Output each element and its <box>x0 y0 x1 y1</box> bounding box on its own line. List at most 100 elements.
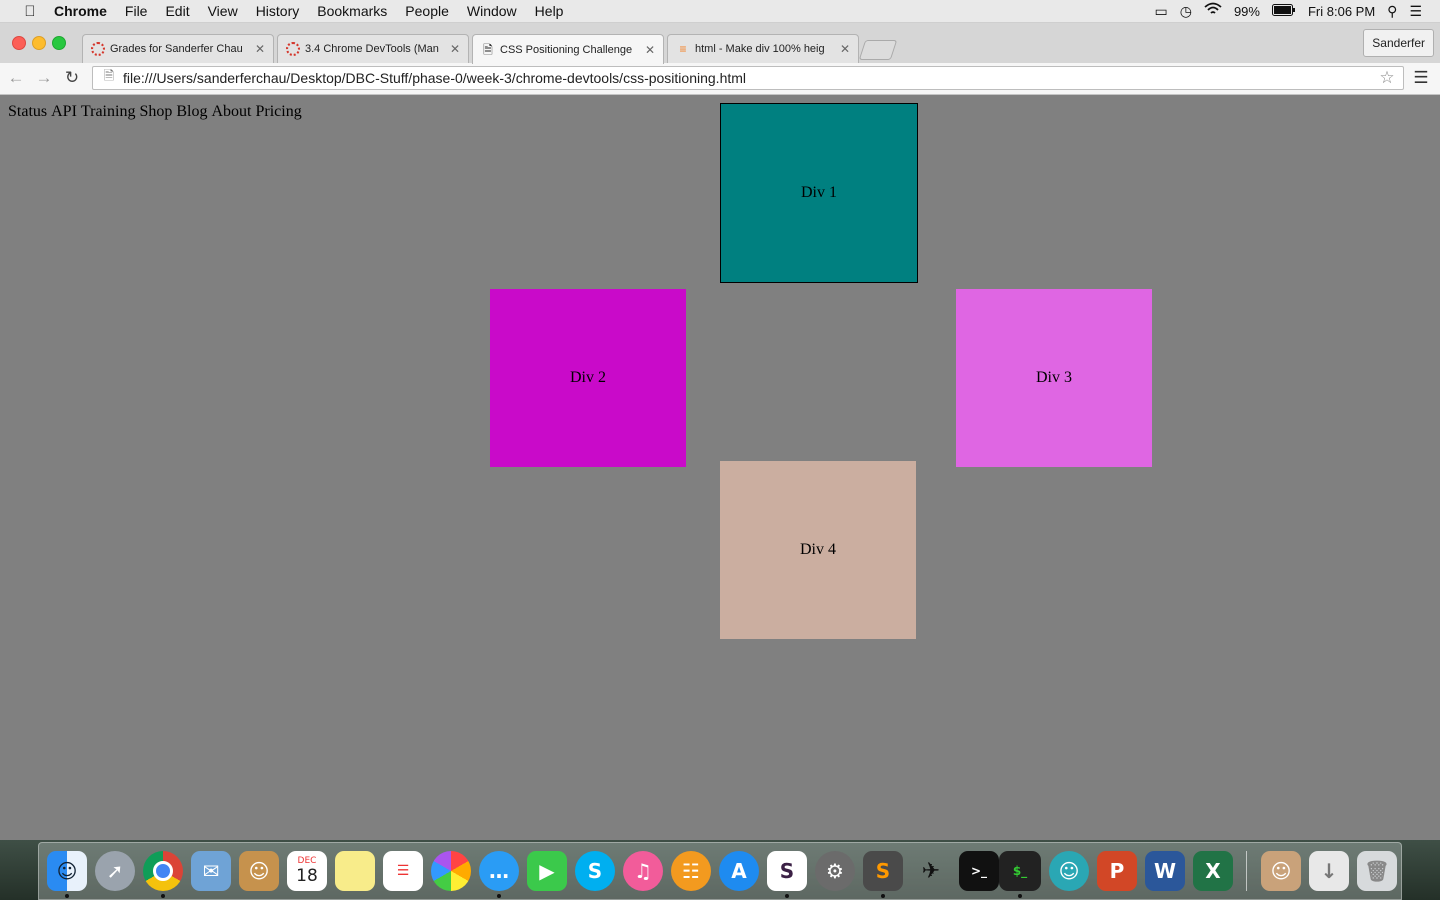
dock: ☺ ➚ ✉ ☺ DEC 18 ☰ … ▶ S ♫ ☷ A S ⚙ S ✈ >_ … <box>38 842 1402 900</box>
notification-center-icon[interactable]: ☰ <box>1409 0 1422 22</box>
div-3-label: Div 3 <box>1036 369 1072 386</box>
terminal-dark-icon[interactable]: $_ <box>999 851 1041 891</box>
itunes-icon[interactable]: ♫ <box>623 851 663 891</box>
ibooks-icon[interactable]: ☷ <box>671 851 711 891</box>
mail-icon[interactable]: ✉ <box>191 851 231 891</box>
div-4-box: Div 4 <box>720 461 916 639</box>
nav-link-blog[interactable]: Blog <box>176 103 207 120</box>
div-1-box: Div 1 <box>720 103 918 283</box>
menu-bar:  Chrome File Edit View History Bookmark… <box>0 0 1440 23</box>
menu-file[interactable]: File <box>125 0 148 22</box>
battery-icon[interactable] <box>1271 0 1296 22</box>
minimize-window-button[interactable] <box>32 36 46 50</box>
close-tab-icon[interactable]: ✕ <box>645 43 655 57</box>
nav-link-about[interactable]: About <box>211 103 251 120</box>
tab-title: 3.4 Chrome DevTools (Man <box>305 43 439 55</box>
calendar-day: 18 <box>296 866 318 886</box>
running-indicator <box>65 894 69 898</box>
chrome-icon[interactable] <box>143 851 183 891</box>
system-preferences-icon[interactable]: ⚙ <box>815 851 855 891</box>
gitkraken-icon[interactable]: ✈ <box>911 851 951 891</box>
url-text[interactable]: file:///Users/sanderferchau/Desktop/DBC-… <box>123 70 1377 86</box>
nav-link-pricing[interactable]: Pricing <box>255 103 301 120</box>
clock[interactable]: Fri 8:06 PM <box>1308 4 1375 19</box>
browser-toolbar: ← → ↻ 🗎 file:///Users/sanderferchau/Desk… <box>0 63 1440 95</box>
notes-icon[interactable] <box>335 851 375 891</box>
address-bar[interactable]: 🗎 file:///Users/sanderferchau/Desktop/DB… <box>92 66 1404 90</box>
sublime-text-icon[interactable]: S <box>863 851 903 891</box>
ring-icon <box>286 42 300 56</box>
reminders-icon[interactable]: ☰ <box>383 851 423 891</box>
downloads-icon[interactable]: ↓ <box>1309 851 1349 891</box>
close-tab-icon[interactable]: ✕ <box>840 42 850 56</box>
dock-separator <box>1246 851 1247 891</box>
ring-icon <box>91 42 105 56</box>
new-tab-button[interactable] <box>858 40 898 60</box>
profile-button[interactable]: Sanderfer <box>1363 29 1434 57</box>
excel-icon[interactable]: X <box>1193 851 1233 891</box>
menu-history[interactable]: History <box>256 0 300 22</box>
skype-icon[interactable]: S <box>575 851 615 891</box>
div-4-label: Div 4 <box>800 541 836 558</box>
tab-devtools[interactable]: 3.4 Chrome DevTools (Man ✕ <box>277 34 469 63</box>
bookmark-star-icon[interactable]: ☆ <box>1377 68 1397 88</box>
menu-window[interactable]: Window <box>467 0 517 22</box>
running-indicator <box>1018 894 1022 898</box>
menu-bookmarks[interactable]: Bookmarks <box>317 0 387 22</box>
div-3-box: Div 3 <box>956 289 1152 467</box>
running-indicator <box>881 894 885 898</box>
menu-people[interactable]: People <box>405 0 449 22</box>
tab-grades[interactable]: Grades for Sanderfer Chau ✕ <box>82 34 274 63</box>
reload-icon[interactable]: ↻ <box>62 68 82 88</box>
close-window-button[interactable] <box>12 36 26 50</box>
spotlight-icon[interactable]: ⚲ <box>1387 0 1397 22</box>
user-photo-icon[interactable]: ☺ <box>1261 851 1301 891</box>
hipchat-icon[interactable]: ☺ <box>1049 851 1089 891</box>
nav-link-status[interactable]: Status <box>8 103 47 120</box>
menu-edit[interactable]: Edit <box>165 0 189 22</box>
nav-link-shop[interactable]: Shop <box>139 103 172 120</box>
time-machine-icon[interactable]: ◷ <box>1180 0 1192 22</box>
finder-icon[interactable]: ☺ <box>47 851 87 891</box>
tab-css-positioning[interactable]: 🗎 CSS Positioning Challenge ✕ <box>472 34 664 64</box>
running-indicator <box>785 894 789 898</box>
running-indicator <box>161 894 165 898</box>
tab-stackoverflow[interactable]: ≡ html - Make div 100% heig ✕ <box>667 34 859 63</box>
powerpoint-icon[interactable]: P <box>1097 851 1137 891</box>
word-icon[interactable]: W <box>1145 851 1185 891</box>
menu-view[interactable]: View <box>208 0 238 22</box>
wifi-icon[interactable] <box>1204 0 1222 22</box>
slack-icon[interactable]: S <box>767 851 807 891</box>
back-arrow-icon[interactable]: ← <box>6 68 26 88</box>
tab-title: html - Make div 100% heig <box>695 43 825 55</box>
running-indicator <box>497 894 501 898</box>
appstore-icon[interactable]: A <box>719 851 759 891</box>
messages-icon[interactable]: … <box>479 851 519 891</box>
tab-title: Grades for Sanderfer Chau <box>110 43 243 55</box>
photos-icon[interactable] <box>431 851 471 891</box>
browser-window: Grades for Sanderfer Chau ✕ 3.4 Chrome D… <box>0 23 1440 840</box>
nav-link-api[interactable]: API <box>51 103 77 120</box>
close-tab-icon[interactable]: ✕ <box>255 42 265 56</box>
calendar-icon[interactable]: DEC 18 <box>287 851 327 891</box>
calendar-month: DEC <box>297 856 317 866</box>
chrome-menu-icon[interactable]: ☰ <box>1412 69 1430 87</box>
page-icon: 🗎 <box>103 68 115 83</box>
menu-help[interactable]: Help <box>535 0 564 22</box>
airplay-icon[interactable]: ▭ <box>1155 0 1168 22</box>
apple-menu-icon[interactable]:  <box>20 3 40 20</box>
terminal-icon[interactable]: >_ <box>959 851 999 891</box>
page-icon: 🗎 <box>483 42 493 57</box>
forward-arrow-icon[interactable]: → <box>34 68 54 88</box>
nav-link-training[interactable]: Training <box>81 103 136 120</box>
facetime-icon[interactable]: ▶ <box>527 851 567 891</box>
maximize-window-button[interactable] <box>52 36 66 50</box>
tab-strip: Grades for Sanderfer Chau ✕ 3.4 Chrome D… <box>0 23 1440 64</box>
div-1-label: Div 1 <box>801 184 837 201</box>
contacts-icon[interactable]: ☺ <box>239 851 279 891</box>
close-tab-icon[interactable]: ✕ <box>450 42 460 56</box>
app-menu[interactable]: Chrome <box>54 0 107 22</box>
trash-icon[interactable]: 🗑 <box>1357 851 1397 891</box>
battery-percent: 99% <box>1233 3 1260 19</box>
launchpad-icon[interactable]: ➚ <box>95 851 135 891</box>
